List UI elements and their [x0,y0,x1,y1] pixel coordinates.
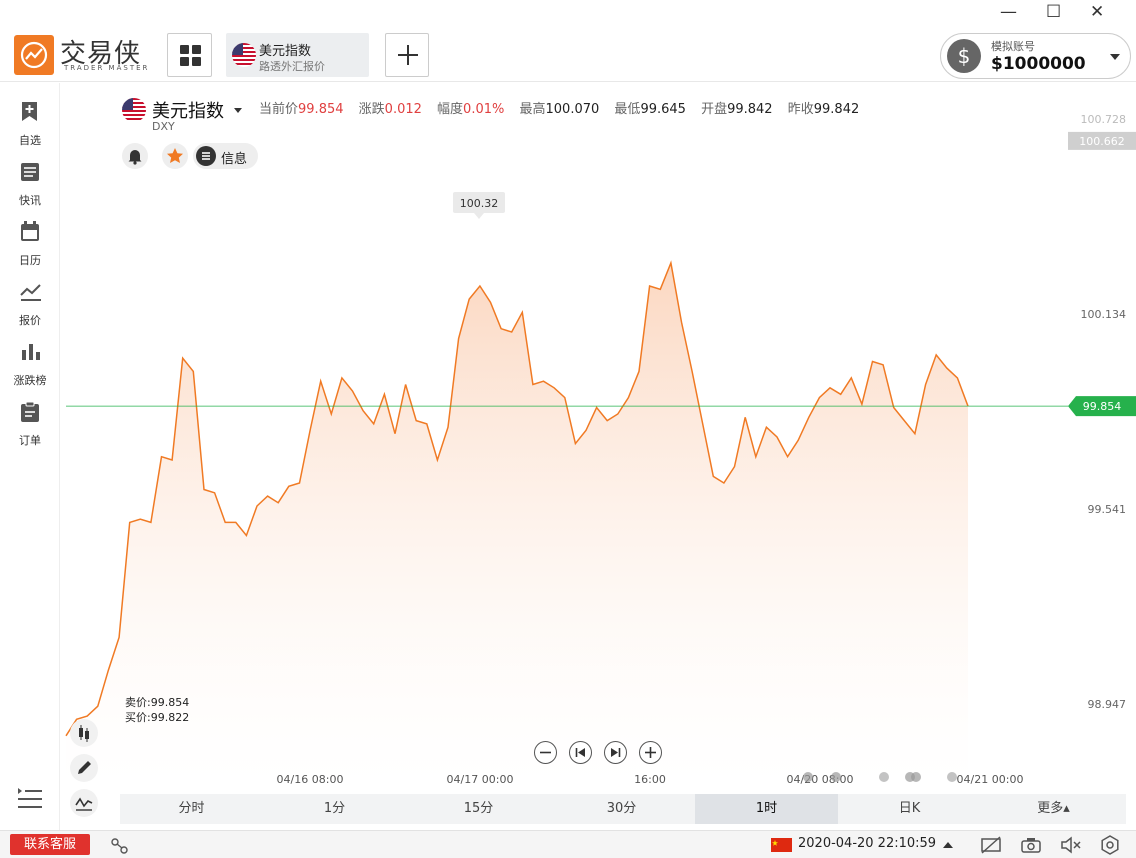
sell-price: 卖价:99.854 [125,696,190,709]
y-tick-label: 100.662 [1079,135,1125,148]
camera-icon[interactable] [1020,836,1042,854]
stat-high: 100.070 [545,102,600,117]
timeframe-more[interactable]: 更多▴ [982,794,1125,824]
plus-icon [645,747,656,758]
y-tick-label: 98.947 [1088,698,1127,711]
pencil-icon [78,761,91,774]
stat-change: 0.012 [384,102,422,117]
us-flag-icon [122,98,146,122]
jump-start-button[interactable] [569,741,592,764]
stat-label: 涨跌 [358,102,385,117]
status-bar: 联系客服 2020-04-20 22:10:59 [0,830,1136,858]
network-signal-icon[interactable] [110,837,130,855]
stat-label: 开盘 [701,102,728,117]
event-marker [803,772,813,782]
list-circle-icon [196,146,216,166]
stat-label: 当前价 [259,102,299,117]
stat-current-price: 99.854 [298,102,344,117]
x-tick-label: 04/17 00:00 [447,773,514,786]
timeframe-1m[interactable]: 1分 [263,794,406,824]
server-datetime[interactable]: 2020-04-20 22:10:59 [798,836,936,851]
caret-down-icon[interactable] [234,108,242,113]
bid-ask-box: 卖价:99.854 买价:99.822 [125,695,189,725]
peak-tooltip-label: 100.32 [460,197,499,210]
favorite-button[interactable] [162,143,188,169]
timeframe-30m[interactable]: 30分 [550,794,693,824]
stat-label: 昨收 [787,102,814,117]
minus-icon [540,751,551,754]
screen-off-icon[interactable] [980,836,1002,854]
customer-service-button[interactable]: 联系客服 [10,834,90,855]
zoom-out-button[interactable] [534,741,557,764]
jump-end-button[interactable] [604,741,627,764]
stat-label: 最低 [614,102,641,117]
info-label: 信息 [221,152,248,167]
skip-forward-icon [611,748,621,757]
indicator-tool-button[interactable] [70,789,98,817]
event-marker [947,772,957,782]
x-tick-label: 04/21 00:00 [957,773,1024,786]
x-tick-label: 04/20 08:00 [787,773,854,786]
skip-back-icon [575,748,585,757]
event-marker [879,772,889,782]
stat-prev-close: 99.842 [813,102,860,117]
alert-button[interactable] [122,143,148,169]
event-marker [831,772,841,782]
peak-tooltip-arrow [474,213,484,219]
y-tick-label: 100.728 [1081,113,1127,126]
timeframe-1h[interactable]: 1时 [695,794,838,824]
current-price-label: 99.854 [1083,400,1122,413]
stat-change-percent: 0.01% [463,102,505,117]
timeframe-daily[interactable]: 日K [838,794,981,824]
stat-label: 幅度 [437,102,464,117]
caret-up-icon[interactable] [943,841,953,849]
stat-label: 最高 [519,102,546,117]
stat-open: 99.842 [727,102,773,117]
star-icon [167,148,183,163]
bell-icon [128,150,142,165]
y-tick-label: 100.134 [1081,308,1127,321]
china-flag-icon [771,838,792,852]
candlestick-icon [79,725,89,742]
x-tick-label: 04/16 08:00 [277,773,344,786]
x-tick-label: 16:00 [634,773,666,786]
settings-gear-icon[interactable] [1100,835,1120,855]
price-area-fill [66,263,968,785]
zoom-in-button[interactable] [639,741,662,764]
quote-stats: 当前价99.854 涨跌0.012 幅度0.01% 最高100.070 最低99… [259,98,870,117]
stat-low: 99.645 [640,102,686,117]
draw-tool-button[interactable] [70,754,98,782]
speaker-mute-icon[interactable] [1060,836,1082,854]
indicator-wave-icon [75,797,93,811]
buy-price: 买价:99.822 [125,711,190,724]
candlestick-tool-button[interactable] [70,719,98,747]
y-tick-label: 99.541 [1088,503,1127,516]
timeframe-tick[interactable]: 分时 [120,794,263,824]
timeframe-bar: 分时 1分 15分 30分 1时 日K 更多▴ [120,794,1126,824]
info-button[interactable]: 信息 [193,143,258,169]
instrument-code: DXY [152,120,175,133]
event-marker [911,772,921,782]
timeframe-15m[interactable]: 15分 [407,794,550,824]
